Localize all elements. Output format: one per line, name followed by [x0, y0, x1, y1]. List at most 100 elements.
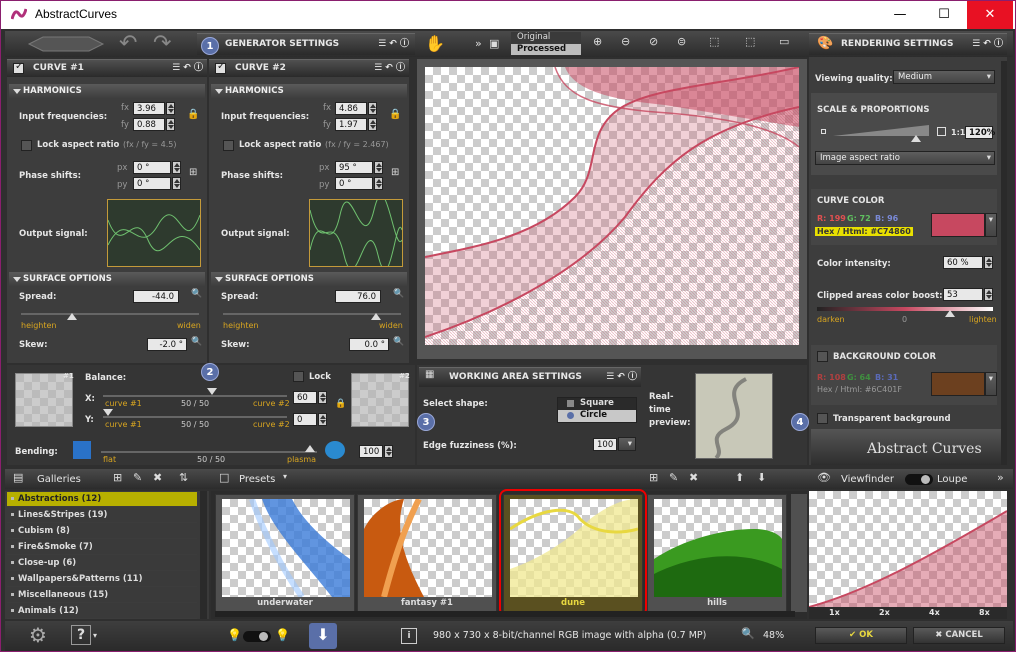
- viewfinder-zoom-3[interactable]: 4x: [929, 608, 940, 617]
- curve1-fx-spinner[interactable]: [166, 102, 175, 115]
- curve-color-swatch[interactable]: [931, 213, 985, 237]
- preset-dune[interactable]: dune: [503, 494, 643, 612]
- balance-lock-checkbox[interactable]: [293, 371, 304, 382]
- curve1-surface-header[interactable]: SURFACE OPTIONS: [9, 272, 205, 287]
- zoom-input[interactable]: 120%: [965, 126, 995, 139]
- viewing-quality-dropdown[interactable]: Medium: [893, 70, 995, 84]
- curve1-harmonics-header[interactable]: HARMONICS: [9, 84, 205, 99]
- edge-fuzziness-dropdown[interactable]: [618, 437, 636, 451]
- view-processed-tab[interactable]: Processed: [511, 44, 581, 55]
- clipped-boost-spinner[interactable]: [984, 288, 993, 301]
- viewfinder-image[interactable]: [809, 491, 1007, 607]
- galleries-scrollbar[interactable]: [200, 491, 207, 619]
- panel-menu-icons[interactable]: ☰ ↶ ⓘ: [972, 34, 1003, 54]
- curve1-phase-plus-icon[interactable]: ⊞: [189, 167, 197, 178]
- gallery-item[interactable]: Wallpapers&Patterns (11): [7, 572, 197, 587]
- settings-gear-icon[interactable]: ⚙: [29, 623, 47, 647]
- curve2-spread-slider-thumb[interactable]: [371, 313, 381, 320]
- loupe-label[interactable]: Loupe: [937, 474, 967, 485]
- curve2-fy-input[interactable]: 1.97: [335, 118, 367, 131]
- curve2-skew-input[interactable]: 0.0 °: [349, 338, 389, 351]
- balance-x-track[interactable]: [103, 395, 287, 397]
- rendering-scrollbar[interactable]: [1001, 61, 1007, 465]
- curve1-py-input[interactable]: 0 °: [133, 177, 171, 190]
- curve-color-dropdown[interactable]: [985, 213, 997, 237]
- presets-scrollbar[interactable]: [215, 611, 795, 617]
- curve1-spread-slider-thumb[interactable]: [67, 313, 77, 320]
- gallery-item[interactable]: Lines&Stripes (19): [7, 508, 197, 523]
- presets-title[interactable]: Presets: [239, 474, 275, 485]
- balance-y-thumb[interactable]: [103, 409, 113, 416]
- preset-edit-icon[interactable]: ✎: [669, 471, 678, 484]
- preset-fantasy-1[interactable]: fantasy #1: [357, 494, 497, 612]
- balance-y-spinner[interactable]: [318, 413, 327, 426]
- expand-right-icon[interactable]: »: [997, 471, 1004, 484]
- fit-width-icon[interactable]: ⬚: [745, 35, 755, 48]
- curve2-px-input[interactable]: 95 °: [335, 161, 373, 174]
- curve2-enable-checkbox[interactable]: [215, 61, 226, 74]
- gallery-item[interactable]: Animals (12): [7, 604, 197, 619]
- fullscreen-icon[interactable]: ▭: [779, 35, 789, 48]
- curve2-fy-spinner[interactable]: [368, 118, 377, 131]
- curve1-enable-checkbox[interactable]: [13, 61, 24, 74]
- curve1-skew-zoom-icon[interactable]: 🔍: [191, 337, 202, 347]
- hand-tool-icon[interactable]: ✋: [425, 34, 445, 53]
- bending-thumb[interactable]: [305, 445, 315, 452]
- curve1-lock-icon[interactable]: 🔒: [187, 109, 199, 120]
- bg-color-dropdown[interactable]: [985, 372, 997, 396]
- curve1-spread-slider-track[interactable]: [21, 313, 199, 315]
- panel-menu-icons[interactable]: ☰ ↶ ⓘ: [378, 34, 409, 54]
- gallery-edit-icon[interactable]: ✎: [133, 471, 142, 484]
- curve2-spread-zoom-icon[interactable]: 🔍: [393, 289, 404, 299]
- preview-light-toggle[interactable]: [243, 631, 271, 642]
- zoom-in-icon[interactable]: ⊕: [593, 35, 602, 48]
- zoom-out-icon[interactable]: ⊖: [621, 35, 630, 48]
- maximize-button[interactable]: ☐: [921, 1, 967, 29]
- bending-spinner[interactable]: [384, 445, 393, 458]
- edge-fuzziness-input[interactable]: 100: [593, 438, 617, 451]
- curve2-py-input[interactable]: 0 °: [335, 177, 373, 190]
- curve1-skew-input[interactable]: -2.0 °: [147, 338, 187, 351]
- clipped-boost-track[interactable]: [817, 307, 993, 311]
- balance-x-spinner[interactable]: [318, 391, 327, 404]
- viewfinder-zoom-2[interactable]: 2x: [879, 608, 890, 617]
- curve1-py-spinner[interactable]: [172, 177, 181, 190]
- scale-thumb[interactable]: [911, 135, 921, 142]
- curve1-px-input[interactable]: 0 °: [133, 161, 171, 174]
- curve2-surface-header[interactable]: SURFACE OPTIONS: [211, 272, 407, 287]
- gallery-add-icon[interactable]: ⊞: [113, 471, 122, 484]
- gallery-delete-icon[interactable]: ✖: [153, 471, 162, 484]
- bg-color-checkbox[interactable]: [817, 351, 828, 362]
- curve1-spread-zoom-icon[interactable]: 🔍: [191, 289, 202, 299]
- curve2-fx-spinner[interactable]: [368, 102, 377, 115]
- close-button[interactable]: ✕: [967, 1, 1013, 29]
- expand-icon[interactable]: »: [475, 37, 482, 50]
- gallery-item[interactable]: Abstractions (12): [7, 492, 197, 507]
- image-icon[interactable]: ▣: [489, 37, 499, 50]
- curve1-fy-spinner[interactable]: [166, 118, 175, 131]
- preset-export-icon[interactable]: ⬆: [735, 471, 744, 484]
- bg-color-swatch[interactable]: [931, 372, 985, 396]
- curve1-fy-input[interactable]: 0.88: [133, 118, 165, 131]
- info-icon[interactable]: i: [401, 628, 417, 644]
- transparent-bg-checkbox[interactable]: [817, 413, 828, 424]
- balance-x-thumb[interactable]: [207, 388, 217, 395]
- clipped-boost-input[interactable]: 53: [943, 288, 983, 301]
- viewfinder-toggle[interactable]: [905, 474, 933, 485]
- curve2-py-spinner[interactable]: [374, 177, 383, 190]
- canvas-image[interactable]: [425, 67, 799, 345]
- curve2-phase-plus-icon[interactable]: ⊞: [391, 167, 399, 178]
- gallery-item[interactable]: Fire&Smoke (7): [7, 540, 197, 555]
- redo-icon[interactable]: ↷: [153, 31, 171, 56]
- balance-y-track[interactable]: [103, 416, 287, 418]
- preset-partial[interactable]: [791, 494, 807, 612]
- curve1-px-spinner[interactable]: [172, 161, 181, 174]
- viewfinder-zoom-1[interactable]: 1x: [829, 608, 840, 617]
- panel-menu-icons[interactable]: ☰ ↶ ⓘ: [606, 368, 637, 386]
- curve2-spread-input[interactable]: 76.0: [335, 290, 381, 303]
- gallery-sort-icon[interactable]: ⇅: [179, 471, 188, 484]
- help-icon[interactable]: ?: [71, 625, 91, 645]
- curve2-skew-zoom-icon[interactable]: 🔍: [393, 337, 404, 347]
- balance-x-input[interactable]: 60: [293, 391, 317, 404]
- preset-add-icon[interactable]: ⊞: [649, 471, 658, 484]
